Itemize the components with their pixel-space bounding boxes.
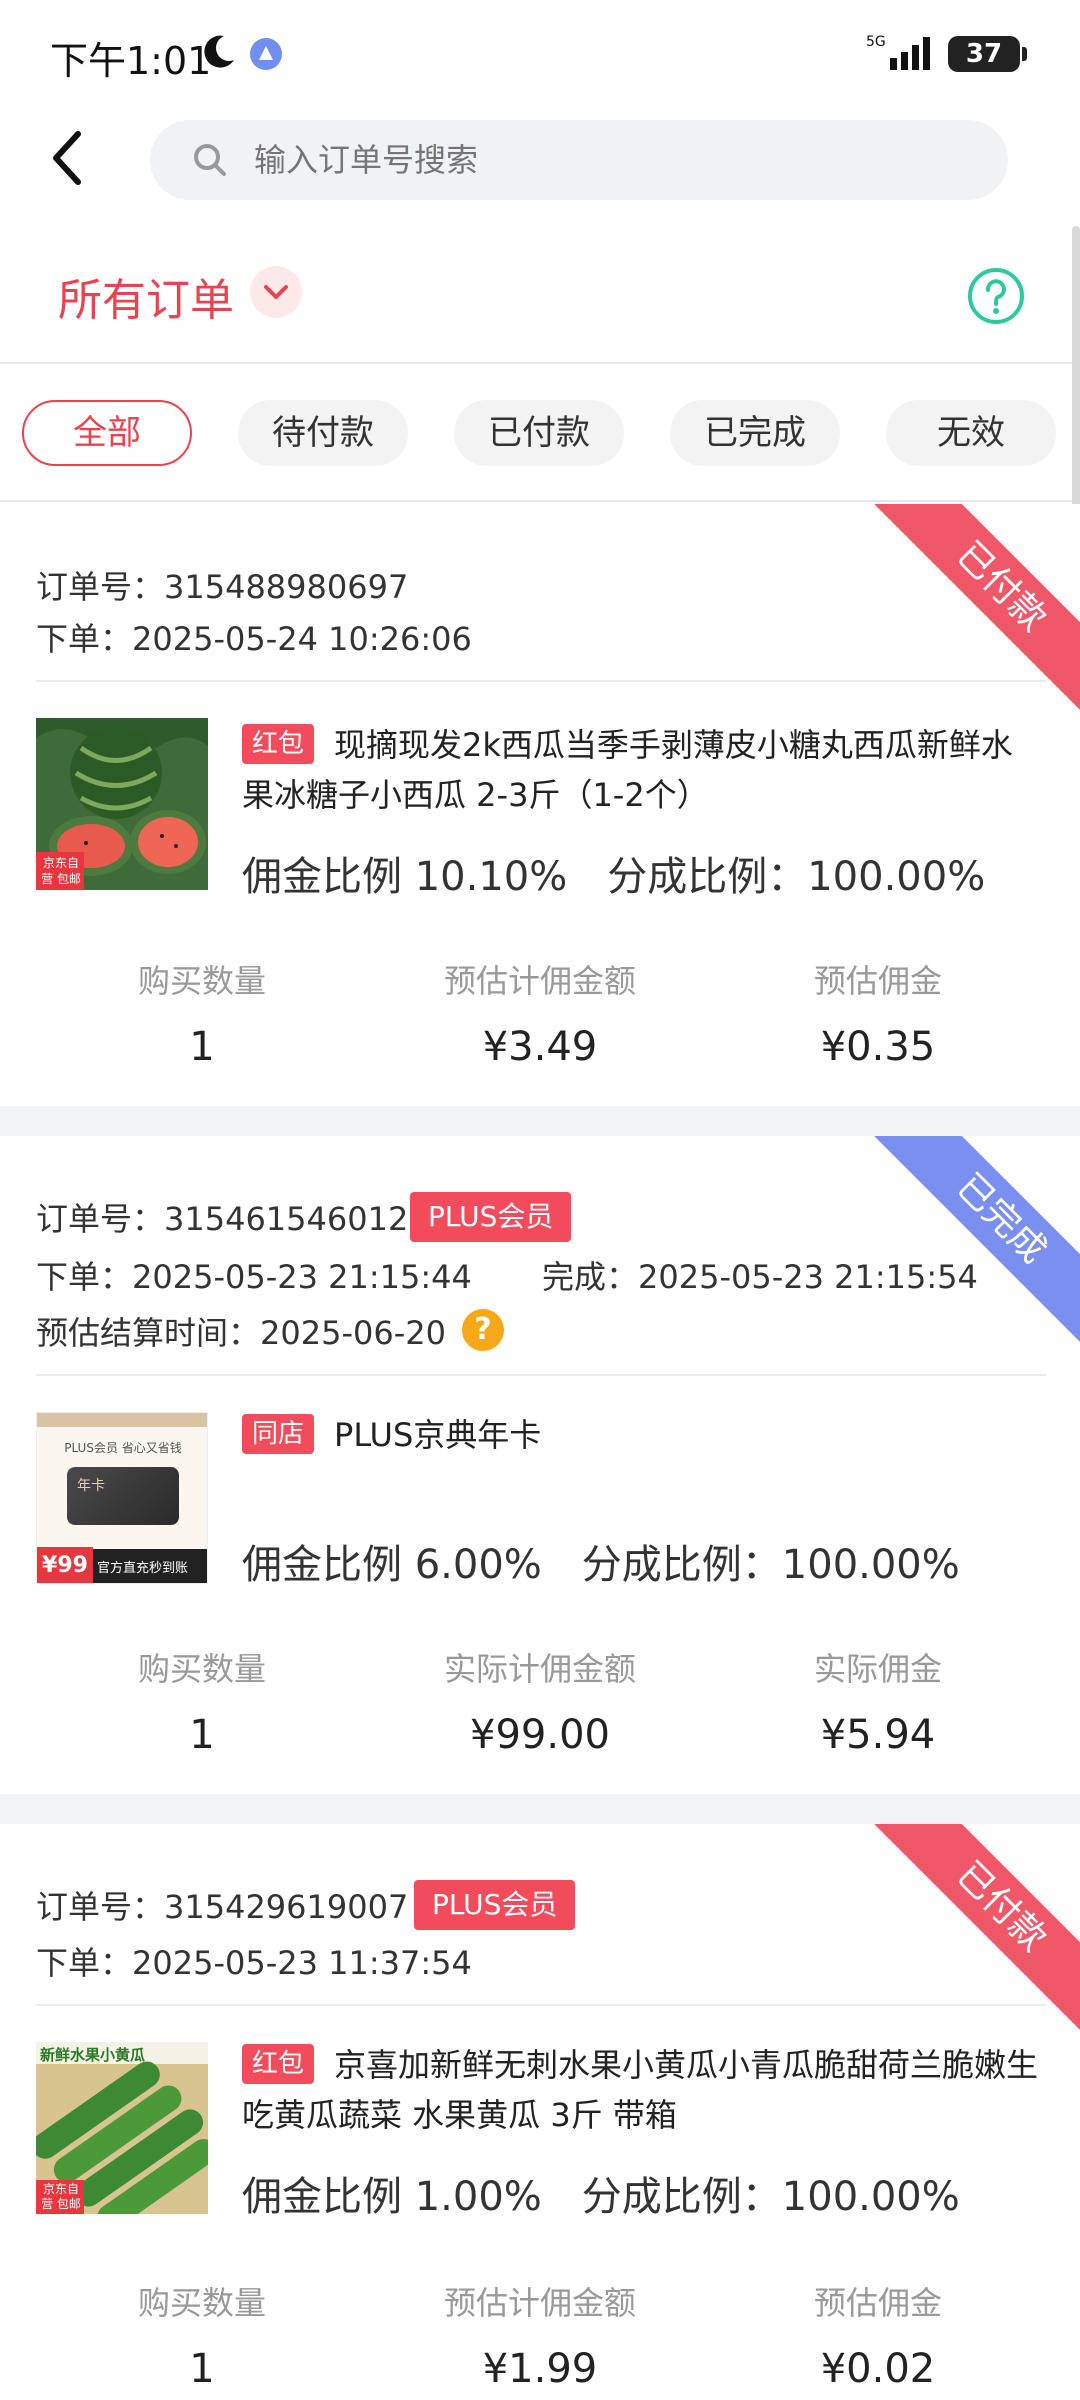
thumbnail-card-label: 年卡 bbox=[77, 1478, 105, 1494]
share-ratio: 分成比例：100.00% bbox=[607, 854, 986, 900]
search-bar[interactable] bbox=[150, 120, 1008, 200]
network-type-label: 5G bbox=[866, 34, 886, 50]
product-thumbnail[interactable]: PLUS会员 省心又省钱 年卡 ¥99 官方直充秒到账 bbox=[36, 1412, 208, 1584]
stat-quantity: 购买数量 1 bbox=[52, 2278, 352, 2392]
product-title-text: PLUS京典年卡 bbox=[334, 1416, 542, 1454]
stat-commission-base: 预估计佣金额 ¥3.49 bbox=[390, 956, 690, 1070]
card-gap bbox=[0, 1794, 1080, 1824]
tab-completed[interactable]: 已完成 bbox=[670, 400, 840, 466]
thumbnail-badge: 京东自营 包邮 bbox=[41, 856, 81, 886]
signal-icon: 5G bbox=[866, 34, 930, 70]
app-notification-icon bbox=[250, 38, 282, 70]
product-title[interactable]: 红包 现摘现发2k西瓜当季手剥薄皮小糖丸西瓜新鲜水果冰糖子小西瓜 2-3斤（1-2… bbox=[242, 720, 1042, 820]
order-number: 订单号：315461546012 bbox=[36, 1200, 409, 1238]
plus-member-badge: PLUS会员 bbox=[414, 1880, 576, 1930]
status-tabs: 全部 待付款 已付款 已完成 无效 bbox=[0, 366, 1080, 502]
product-thumbnail[interactable]: 京东自营 包邮 bbox=[36, 718, 208, 890]
stat-label: 预估佣金 bbox=[813, 962, 942, 1000]
order-card[interactable]: 已付款 订单号：315488980697 下单：2025-05-24 10:26… bbox=[0, 504, 1080, 1106]
order-placed-time: 下单：2025-05-23 21:15:44 bbox=[36, 1258, 472, 1296]
stat-value: 1 bbox=[189, 2346, 215, 2392]
product-tag: 红包 bbox=[242, 724, 315, 764]
help-icon[interactable] bbox=[966, 266, 1026, 326]
order-filter-row: 所有订单 bbox=[0, 240, 1080, 364]
product-tag: 同店 bbox=[242, 1414, 315, 1454]
stat-value: ¥0.35 bbox=[820, 1024, 936, 1070]
thumbnail-badge: 京东自营 包邮 bbox=[41, 2182, 81, 2211]
order-status-ribbon: 已付款 bbox=[862, 504, 1080, 726]
stat-value: ¥3.49 bbox=[482, 1024, 598, 1070]
stat-label: 购买数量 bbox=[137, 2284, 266, 2322]
order-status-ribbon: 已完成 bbox=[862, 1136, 1080, 1358]
order-placed-time: 下单：2025-05-24 10:26:06 bbox=[36, 620, 472, 658]
order-placed-time: 下单：2025-05-23 11:37:54 bbox=[36, 1944, 472, 1982]
scrollbar[interactable] bbox=[1072, 226, 1080, 546]
product-title[interactable]: 红包 京喜加新鲜无刺水果小黄瓜小青瓜脆甜荷兰脆嫩生吃黄瓜蔬菜 水果黄瓜 3斤 带箱 bbox=[242, 2040, 1042, 2140]
divider bbox=[36, 680, 1046, 682]
status-bar: 下午1:01 5G 37 bbox=[0, 0, 1080, 105]
ratio-line: 佣金比例 6.00% 分成比例：100.00% bbox=[242, 1532, 960, 1590]
divider bbox=[36, 1374, 1046, 1376]
ratio-line: 佣金比例 1.00% 分成比例：100.00% bbox=[242, 2164, 960, 2222]
stat-quantity: 购买数量 1 bbox=[52, 1644, 352, 1758]
stat-label: 预估计佣金额 bbox=[443, 962, 636, 1000]
stat-commission-base: 实际计佣金额 ¥99.00 bbox=[390, 1644, 690, 1758]
tab-all[interactable]: 全部 bbox=[22, 400, 192, 466]
commission-ratio: 佣金比例 10.10% bbox=[242, 854, 568, 900]
status-time: 下午1:01 bbox=[50, 39, 212, 83]
product-title[interactable]: 同店 PLUS京典年卡 bbox=[242, 1410, 1042, 1460]
stat-label: 预估计佣金额 bbox=[443, 2284, 636, 2322]
order-completed-time: 完成：2025-05-23 21:15:54 bbox=[542, 1258, 978, 1296]
product-title-text: 京喜加新鲜无刺水果小黄瓜小青瓜脆甜荷兰脆嫩生吃黄瓜蔬菜 水果黄瓜 3斤 带箱 bbox=[242, 2046, 1039, 2134]
moon-icon bbox=[204, 35, 234, 68]
tab-paid[interactable]: 已付款 bbox=[454, 400, 624, 466]
stat-value: ¥5.94 bbox=[820, 1712, 936, 1758]
stat-value: ¥1.99 bbox=[482, 2346, 598, 2392]
thumbnail-footer: 官方直充秒到账 bbox=[97, 1561, 189, 1576]
card-gap bbox=[0, 1106, 1080, 1136]
stat-value: ¥99.00 bbox=[470, 1712, 610, 1758]
thumbnail-caption: PLUS会员 省心又省钱 bbox=[64, 1441, 182, 1455]
tab-pending-payment[interactable]: 待付款 bbox=[238, 400, 408, 466]
order-number: 订单号：315488980697 bbox=[36, 568, 409, 606]
stat-commission-base: 预估计佣金额 ¥1.99 bbox=[390, 2278, 690, 2392]
stat-commission: 预估佣金 ¥0.02 bbox=[728, 2278, 1028, 2392]
stat-value: 1 bbox=[189, 1712, 215, 1758]
stat-label: 购买数量 bbox=[137, 1650, 266, 1688]
stat-label: 购买数量 bbox=[137, 962, 266, 1000]
stat-label: 预估佣金 bbox=[813, 2284, 942, 2322]
order-number: 订单号：315429619007 bbox=[36, 1888, 409, 1926]
commission-ratio: 佣金比例 1.00% bbox=[242, 2174, 542, 2220]
tab-invalid[interactable]: 无效 bbox=[886, 400, 1056, 466]
battery-icon: 37 bbox=[948, 36, 1027, 72]
product-tag: 红包 bbox=[242, 2044, 315, 2084]
product-thumbnail[interactable]: 新鲜水果小黄瓜 京东自营 包邮 bbox=[36, 2042, 208, 2214]
ratio-line: 佣金比例 10.10% 分成比例：100.00% bbox=[242, 844, 985, 902]
plus-member-badge: PLUS会员 bbox=[410, 1192, 572, 1242]
thumbnail-caption: 新鲜水果小黄瓜 bbox=[40, 2046, 146, 2064]
product-title-text: 现摘现发2k西瓜当季手剥薄皮小糖丸西瓜新鲜水果冰糖子小西瓜 2-3斤（1-2个） bbox=[242, 726, 1013, 814]
share-ratio: 分成比例：100.00% bbox=[581, 1542, 960, 1588]
search-input[interactable] bbox=[254, 120, 954, 200]
share-ratio: 分成比例：100.00% bbox=[581, 2174, 960, 2220]
order-card[interactable]: 已付款 订单号：315429619007 PLUS会员 下单：2025-05-2… bbox=[0, 1824, 1080, 2400]
commission-ratio: 佣金比例 6.00% bbox=[242, 1542, 542, 1588]
divider bbox=[36, 2004, 1046, 2006]
stat-label: 实际佣金 bbox=[813, 1650, 942, 1688]
order-card[interactable]: 已完成 订单号：315461546012 PLUS会员 下单：2025-05-2… bbox=[0, 1136, 1080, 1794]
settlement-time: 预估结算时间：2025-06-20 bbox=[36, 1314, 446, 1352]
chevron-down-icon[interactable] bbox=[250, 266, 302, 318]
question-icon[interactable]: ? bbox=[462, 1309, 504, 1351]
back-arrow-icon[interactable] bbox=[44, 126, 92, 190]
order-status-ribbon: 已付款 bbox=[862, 1824, 1080, 2046]
stat-commission: 实际佣金 ¥5.94 bbox=[728, 1644, 1028, 1758]
stat-value: 1 bbox=[189, 1024, 215, 1070]
stat-label: 实际计佣金额 bbox=[443, 1650, 636, 1688]
thumbnail-price: ¥99 bbox=[37, 1547, 93, 1583]
search-icon bbox=[194, 144, 226, 176]
stat-value: ¥0.02 bbox=[820, 2346, 936, 2392]
stat-quantity: 购买数量 1 bbox=[52, 956, 352, 1070]
stat-commission: 预估佣金 ¥0.35 bbox=[728, 956, 1028, 1070]
order-filter-title[interactable]: 所有订单 bbox=[58, 264, 234, 328]
